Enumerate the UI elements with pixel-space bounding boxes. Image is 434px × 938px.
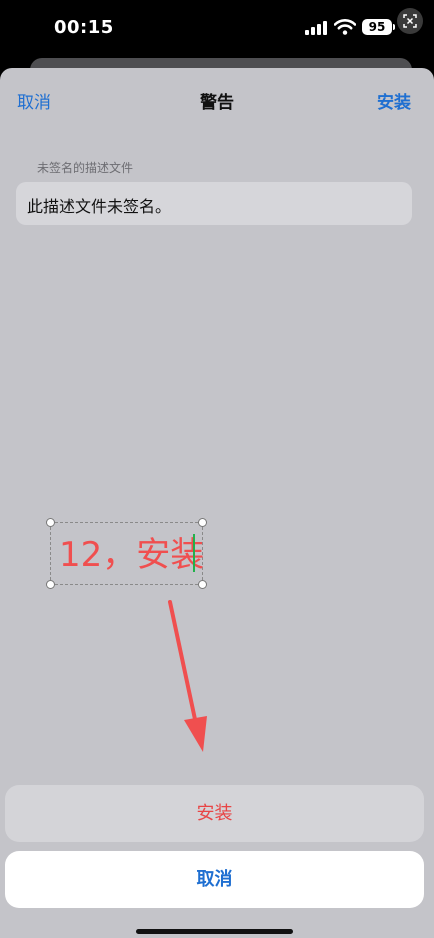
install-button[interactable]: 安装 xyxy=(5,785,424,842)
resize-handle-top-left[interactable] xyxy=(46,518,55,527)
unsigned-profile-message: 此描述文件未签名。 xyxy=(27,197,172,216)
screenshot-icon[interactable] xyxy=(397,8,423,34)
section-header: 未签名的描述文件 xyxy=(37,161,134,175)
status-time: 00:15 xyxy=(54,17,114,38)
screen: 00:15 95 取消 警告 安装 未签名的描述文件 此描述文件未签名。 12，… xyxy=(0,0,434,938)
text-caret xyxy=(193,534,195,572)
battery-icon: 95 xyxy=(362,19,395,35)
status-bar: 00:15 95 xyxy=(0,0,434,58)
unsigned-profile-row: 此描述文件未签名。 xyxy=(16,182,412,225)
install-action-group: 安装 xyxy=(5,785,424,842)
annotation-text-box[interactable]: 12，安装 xyxy=(46,518,207,589)
annotation-text[interactable]: 12，安装 xyxy=(59,535,204,575)
signal-icon xyxy=(305,21,327,35)
resize-handle-bottom-right[interactable] xyxy=(198,580,207,589)
install-nav-button[interactable]: 安装 xyxy=(377,88,411,113)
wifi-icon xyxy=(334,19,356,35)
cancel-action-group: 取消 xyxy=(5,851,424,908)
resize-handle-bottom-left[interactable] xyxy=(46,580,55,589)
sheet-title: 警告 xyxy=(200,93,234,113)
home-indicator[interactable] xyxy=(136,929,293,934)
annotation-arrow-icon xyxy=(168,600,207,752)
battery-level: 95 xyxy=(368,20,386,34)
resize-handle-top-right[interactable] xyxy=(198,518,207,527)
cancel-button[interactable]: 取消 xyxy=(5,851,424,908)
